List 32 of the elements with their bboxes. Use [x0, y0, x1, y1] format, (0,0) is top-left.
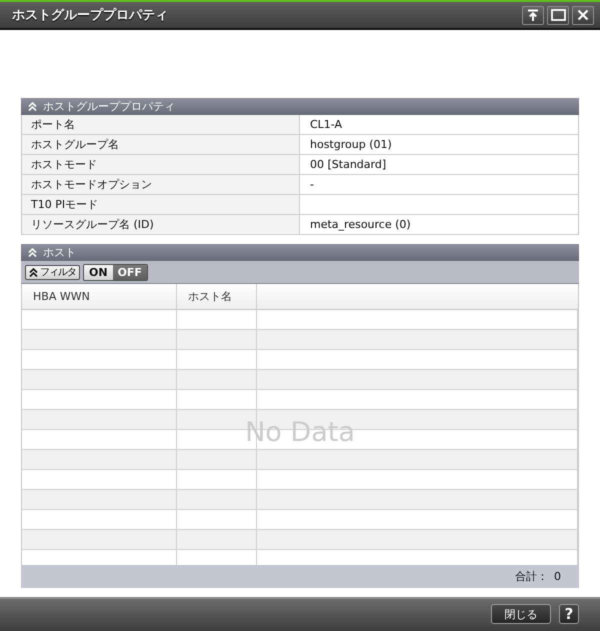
property-value: hostgroup (01) [309, 137, 393, 153]
move-to-top-button[interactable] [522, 6, 544, 24]
collapse-icon[interactable] [28, 102, 37, 111]
total-label: 合計： [515, 569, 548, 584]
help-button[interactable]: ? [559, 604, 579, 624]
close-button[interactable]: 閉じる [491, 604, 551, 624]
section-title: ホスト [43, 245, 76, 260]
property-label: T10 PIモード [22, 195, 300, 214]
close-icon[interactable] [577, 9, 589, 21]
property-label: ホストグループ名 [22, 135, 300, 154]
property-value: CL1-A [309, 117, 344, 133]
property-label: ホストモード [22, 155, 300, 174]
property-value: - [309, 177, 315, 193]
toggle-option[interactable]: OFF [112, 264, 147, 280]
filter-button[interactable]: フィルタ [25, 264, 80, 280]
maximize-icon[interactable] [550, 9, 566, 21]
property-value: meta_resource (0) [309, 217, 412, 233]
window-title: ホストグループプロパティ [12, 6, 169, 24]
column-header[interactable]: HBA WWN [22, 284, 177, 309]
maximize-button[interactable] [547, 6, 569, 24]
close-button[interactable] [572, 6, 594, 24]
arrow-to-top-icon[interactable] [527, 9, 539, 21]
double-chevron-up-icon[interactable] [29, 268, 38, 276]
column-header[interactable]: ホスト名 [177, 284, 257, 309]
collapse-icon[interactable] [28, 248, 37, 257]
total-value: 0 [554, 570, 561, 583]
property-label: ポート名 [22, 115, 300, 134]
toggle-option[interactable]: ON [84, 264, 113, 280]
property-label: ホストモードオプション [22, 175, 300, 194]
property-value: 00 [Standard] [309, 157, 388, 173]
section-title: ホストグループプロパティ [43, 99, 175, 114]
property-label: リソースグループ名 (ID) [22, 215, 300, 234]
